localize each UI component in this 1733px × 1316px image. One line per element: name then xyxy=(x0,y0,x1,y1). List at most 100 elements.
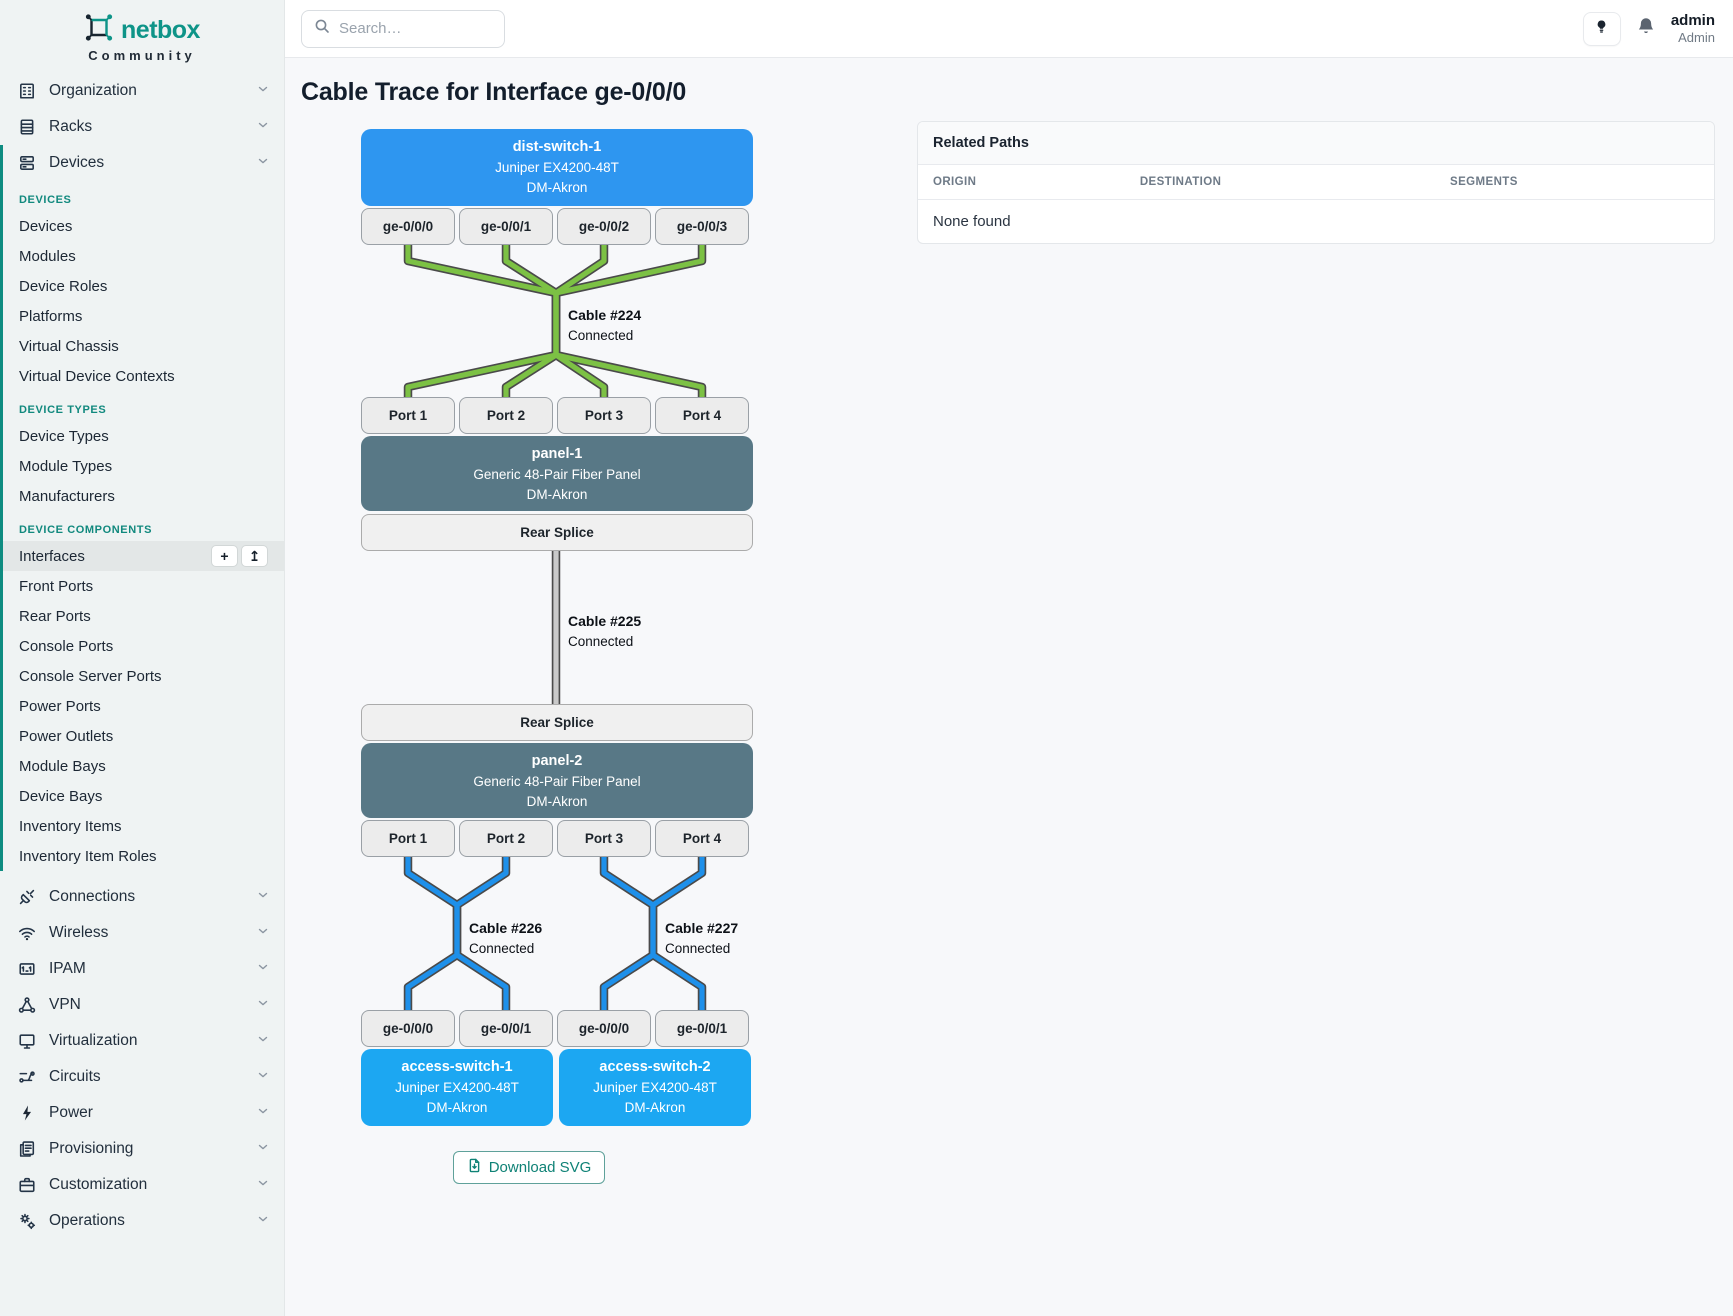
cable-label-226[interactable]: Cable #226Connected xyxy=(469,918,542,959)
related-paths-header-row: ORIGINDESTINATIONSEGMENTS xyxy=(918,165,1714,200)
sidebar-item-platforms[interactable]: Platforms xyxy=(3,301,284,331)
import-icon: ↥ xyxy=(249,548,261,565)
sidebar-item-organization[interactable]: Organization xyxy=(0,73,284,109)
add-button[interactable]: + xyxy=(211,545,238,567)
sidebar-item-modules[interactable]: Modules xyxy=(3,241,284,271)
trace-node-panel2[interactable]: panel-2Generic 48-Pair Fiber PanelDM-Akr… xyxy=(361,743,753,818)
trace-port-panel1-front[interactable]: Port 2 xyxy=(459,397,553,434)
circuit-icon xyxy=(18,1068,36,1086)
wifi-icon xyxy=(18,924,36,942)
sidebar-section-header: DEVICES xyxy=(19,194,268,206)
sidebar-item-device-types[interactable]: Device Types xyxy=(3,421,284,451)
search-box[interactable] xyxy=(301,10,505,48)
sidebar-item-virtualization[interactable]: Virtualization xyxy=(0,1023,284,1059)
quick-action-buttons: +↥ xyxy=(211,545,268,567)
sidebar-item-provisioning[interactable]: Provisioning xyxy=(0,1131,284,1167)
bell-icon xyxy=(1636,23,1656,40)
sidebar-item-circuits[interactable]: Circuits xyxy=(0,1059,284,1095)
trace-port-dest-interface[interactable]: ge-0/0/0 xyxy=(557,1010,651,1047)
sidebar-bottom-items: Connections Wireless IPAM VPN Virtualiza… xyxy=(0,879,284,1239)
trace-port-origin-interface[interactable]: ge-0/0/1 xyxy=(459,208,553,245)
sidebar-item-module-types[interactable]: Module Types xyxy=(3,451,284,481)
ipam-icon xyxy=(18,960,36,978)
brand[interactable]: netbox Community xyxy=(0,0,284,73)
sidebar-item-power-outlets[interactable]: Power Outlets xyxy=(3,721,284,751)
file-download-icon xyxy=(467,1158,482,1177)
trace-port-dest-interface[interactable]: ge-0/0/1 xyxy=(459,1010,553,1047)
chevron-down-icon xyxy=(256,1104,270,1123)
sidebar-item-device-roles[interactable]: Device Roles xyxy=(3,271,284,301)
trace-port-panel2-front[interactable]: Port 3 xyxy=(557,820,651,857)
plug-icon xyxy=(18,888,36,906)
trace-port-panel1-front[interactable]: Port 4 xyxy=(655,397,749,434)
trace-port-panel2-front[interactable]: Port 1 xyxy=(361,820,455,857)
sidebar-item-console-server-ports[interactable]: Console Server Ports xyxy=(3,661,284,691)
notifications-button[interactable] xyxy=(1636,16,1656,41)
sidebar-item-inventory-item-roles[interactable]: Inventory Item Roles xyxy=(3,841,284,871)
trace-port-dest-interface[interactable]: ge-0/0/1 xyxy=(655,1010,749,1047)
sidebar-item-ipam[interactable]: IPAM xyxy=(0,951,284,987)
search-icon xyxy=(314,18,330,39)
trace-port-panel2-rear[interactable]: Rear Splice xyxy=(361,704,753,741)
sidebar-item-power[interactable]: Power xyxy=(0,1095,284,1131)
chevron-down-icon xyxy=(256,960,270,979)
sidebar-devices-group: Devices DEVICESDevicesModulesDevice Role… xyxy=(0,145,284,871)
trace-port-panel2-front[interactable]: Port 4 xyxy=(655,820,749,857)
document-icon xyxy=(18,1140,36,1158)
plus-icon: + xyxy=(220,548,228,564)
vpn-icon xyxy=(18,996,36,1014)
sidebar-item-operations[interactable]: Operations xyxy=(0,1203,284,1239)
brand-wordmark: netbox xyxy=(121,16,200,45)
cable-label-224[interactable]: Cable #224Connected xyxy=(568,305,641,346)
theme-toggle-button[interactable] xyxy=(1583,12,1621,46)
search-input[interactable] xyxy=(339,20,492,37)
column-header-segments: SEGMENTS xyxy=(1450,176,1699,188)
sidebar-item-racks[interactable]: Racks xyxy=(0,109,284,145)
sidebar-item-interfaces[interactable]: Interfaces+↥ xyxy=(3,541,284,571)
sidebar: netbox Community Organization Racks Devi… xyxy=(0,0,285,1316)
related-paths-card: Related Paths ORIGINDESTINATIONSEGMENTS … xyxy=(917,121,1715,244)
trace-port-dest-interface[interactable]: ge-0/0/0 xyxy=(361,1010,455,1047)
netbox-logo-icon xyxy=(84,14,114,46)
cable-trace-column: dist-switch-1Juniper EX4200-48TDM-Akrong… xyxy=(301,121,905,1184)
trace-node-origin-device[interactable]: dist-switch-1Juniper EX4200-48TDM-Akron xyxy=(361,129,753,206)
sidebar-item-devices[interactable]: Devices xyxy=(3,145,284,181)
download-svg-button[interactable]: Download SVG xyxy=(453,1151,606,1184)
sidebar-item-devices[interactable]: Devices xyxy=(3,211,284,241)
sidebar-item-virtual-device-contexts[interactable]: Virtual Device Contexts xyxy=(3,361,284,391)
trace-port-panel1-rear[interactable]: Rear Splice xyxy=(361,514,753,551)
sidebar-section-header: DEVICE TYPES xyxy=(19,404,268,416)
trace-port-panel1-front[interactable]: Port 3 xyxy=(557,397,651,434)
chevron-down-icon xyxy=(256,1176,270,1195)
sidebar-item-inventory-items[interactable]: Inventory Items xyxy=(3,811,284,841)
trace-port-panel1-front[interactable]: Port 1 xyxy=(361,397,455,434)
trace-node-access-switch-2[interactable]: access-switch-2Juniper EX4200-48TDM-Akro… xyxy=(559,1049,751,1126)
sidebar-item-rear-ports[interactable]: Rear Ports xyxy=(3,601,284,631)
trace-port-panel2-front[interactable]: Port 2 xyxy=(459,820,553,857)
cable-label-225[interactable]: Cable #225Connected xyxy=(568,611,641,652)
sidebar-item-virtual-chassis[interactable]: Virtual Chassis xyxy=(3,331,284,361)
sidebar-item-wireless[interactable]: Wireless xyxy=(0,915,284,951)
trace-port-origin-interface[interactable]: ge-0/0/0 xyxy=(361,208,455,245)
sidebar-item-power-ports[interactable]: Power Ports xyxy=(3,691,284,721)
trace-port-origin-interface[interactable]: ge-0/0/2 xyxy=(557,208,651,245)
cable-label-227[interactable]: Cable #227Connected xyxy=(665,918,738,959)
trace-node-access-switch-1[interactable]: access-switch-1Juniper EX4200-48TDM-Akro… xyxy=(361,1049,553,1126)
sidebar-item-vpn[interactable]: VPN xyxy=(0,987,284,1023)
sidebar-nav: Organization Racks Devices DEVICES Device… xyxy=(0,73,284,1239)
user-menu[interactable]: admin Admin xyxy=(1671,12,1715,46)
sidebar-item-front-ports[interactable]: Front Ports xyxy=(3,571,284,601)
sidebar-item-module-bays[interactable]: Module Bays xyxy=(3,751,284,781)
trace-node-panel1[interactable]: panel-1Generic 48-Pair Fiber PanelDM-Akr… xyxy=(361,436,753,511)
sidebar-item-customization[interactable]: Customization xyxy=(0,1167,284,1203)
brand-subtitle: Community xyxy=(0,48,284,63)
bolt-icon xyxy=(18,1104,36,1122)
trace-port-origin-interface[interactable]: ge-0/0/3 xyxy=(655,208,749,245)
lightbulb-icon xyxy=(1594,19,1609,39)
sidebar-item-device-bays[interactable]: Device Bays xyxy=(3,781,284,811)
import-button[interactable]: ↥ xyxy=(241,545,268,567)
sidebar-item-console-ports[interactable]: Console Ports xyxy=(3,631,284,661)
sidebar-item-manufacturers[interactable]: Manufacturers xyxy=(3,481,284,511)
chevron-down-icon xyxy=(256,154,270,173)
sidebar-item-connections[interactable]: Connections xyxy=(0,879,284,915)
